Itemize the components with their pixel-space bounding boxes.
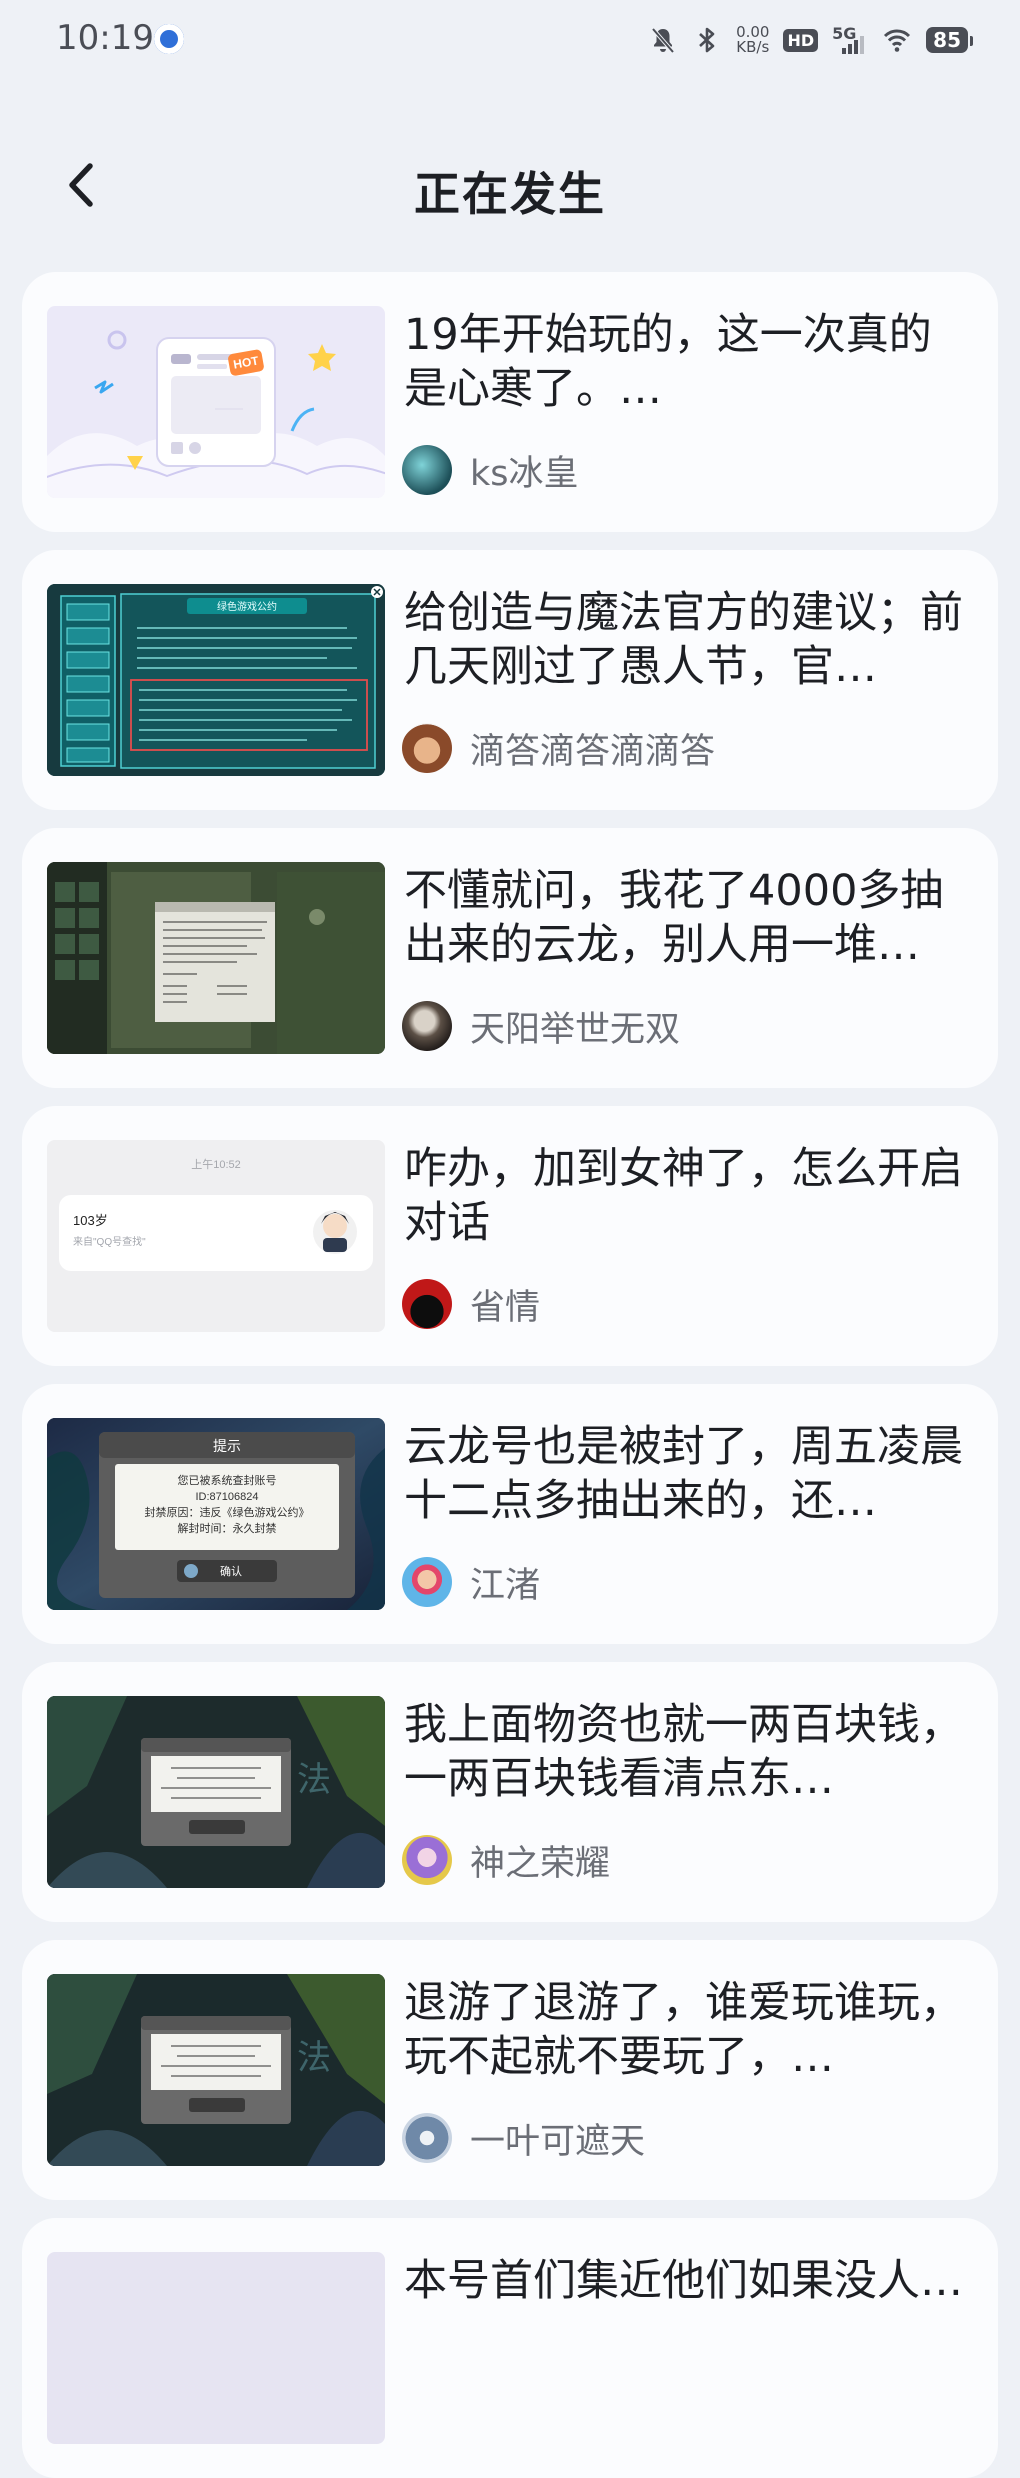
- status-icons: 0.00 KB/s HD 5G 85: [648, 20, 973, 60]
- avatar: [402, 1279, 452, 1329]
- chat-name-text: 103岁: [73, 1213, 108, 1228]
- author-name: 江渚: [470, 1565, 541, 1606]
- ban-button-text: 确认: [220, 1565, 242, 1578]
- post-title: 19年开始玩的，这一次真的是心寒了。…: [404, 310, 932, 414]
- chat-source-text: 来自"QQ号查找": [73, 1235, 146, 1248]
- avatar: [402, 723, 452, 773]
- notification-app-icon: [154, 24, 184, 54]
- post-author[interactable]: 神之荣耀: [402, 1834, 610, 1886]
- post-thumbnail: 法: [47, 1696, 385, 1888]
- status-time: 10:19: [56, 18, 154, 58]
- svg-text:法: 法: [297, 2039, 331, 2077]
- post-card[interactable]: 法 我上面物资也就一两百块钱，一两百块钱看清点东… 神之荣耀: [22, 1662, 998, 1922]
- bluetooth-icon: [699, 27, 715, 53]
- hd-badge: HD: [783, 28, 819, 52]
- post-author[interactable]: 江渚: [402, 1556, 540, 1608]
- avatar: [402, 2113, 452, 2163]
- svg-text:法: 法: [297, 1761, 331, 1799]
- mute-icon: [651, 27, 675, 54]
- author-name: 天阳举世无双: [470, 1009, 681, 1050]
- author-name: 省情: [470, 1287, 541, 1328]
- post-card[interactable]: 本号首们集近他们如果没人…: [22, 2218, 998, 2478]
- post-thumbnail: 绿色游戏公约: [47, 584, 385, 776]
- post-card[interactable]: 上午10:52 103岁 来自"QQ号查找" 咋办，加到女神了，怎么开启对话 省…: [22, 1106, 998, 1366]
- author-name: 滴答滴答滴滴答: [470, 731, 716, 772]
- post-title: 本号首们集近他们如果没人…: [404, 2256, 963, 2306]
- post-thumbnail: [47, 2252, 385, 2444]
- post-thumbnail: 提示 您已被系统查封账号 ID:87106824 封禁原因：违反《绿色游戏公约》…: [47, 1418, 385, 1610]
- ban-line3-text: 封禁原因：违反《绿色游戏公约》: [145, 1505, 310, 1519]
- ban-line4-text: 解封时间：永久封禁: [178, 1521, 277, 1535]
- page-header: 正在发生: [0, 130, 1020, 250]
- post-title: 给创造与魔法官方的建议；前几天刚过了愚人节，官…: [404, 588, 963, 692]
- post-card[interactable]: 绿色游戏公约 给创造与魔法官方的建议；前几天刚过了愚人节，官… 滴答滴答滴滴答: [22, 550, 998, 810]
- post-title: 咋办，加到女神了，怎么开启对话: [404, 1144, 963, 1248]
- post-author[interactable]: 天阳举世无双: [402, 1000, 680, 1052]
- cellular-signal-icon: 5G: [832, 24, 868, 56]
- author-name: 一叶可遮天: [470, 2121, 646, 2162]
- post-card[interactable]: 法 退游了退游了，谁爱玩谁玩，玩不起就不要玩了，… 一叶可遮天: [22, 1940, 998, 2200]
- post-thumbnail: [47, 862, 385, 1054]
- post-card[interactable]: 不懂就问，我花了4000多抽出来的云龙，别人用一堆… 天阳举世无双: [22, 828, 998, 1088]
- avatar: [402, 1557, 452, 1607]
- status-bar: 10:19 0.00 KB/s HD 5G 85: [0, 0, 1020, 80]
- ban-line2-text: ID:87106824: [196, 1491, 259, 1503]
- avatar: [402, 1001, 452, 1051]
- chat-time-text: 上午10:52: [191, 1158, 241, 1171]
- post-author[interactable]: 一叶可遮天: [402, 2112, 645, 2164]
- page-title: 正在发生: [414, 167, 606, 221]
- author-name: ks冰皇: [470, 453, 579, 494]
- post-author[interactable]: 滴答滴答滴滴答: [402, 722, 715, 774]
- avatar: [402, 445, 452, 495]
- post-thumbnail: HOT: [47, 306, 385, 498]
- post-thumbnail: 法: [47, 1974, 385, 2166]
- post-author[interactable]: 省情: [402, 1278, 540, 1330]
- post-title: 我上面物资也就一两百块钱，一两百块钱看清点东…: [404, 1700, 963, 1804]
- ban-title-text: 提示: [213, 1438, 241, 1454]
- rules-title-text: 绿色游戏公约: [217, 600, 277, 613]
- network-speed-unit: KB/s: [736, 38, 770, 56]
- ban-line1-text: 您已被系统查封账号: [178, 1473, 277, 1487]
- avatar: [402, 1835, 452, 1885]
- wifi-icon: [884, 29, 911, 52]
- post-card[interactable]: HOT 19年开始玩的，这一次真的是心寒了。… ks冰皇: [22, 272, 998, 532]
- post-title: 云龙号也是被封了，周五凌晨十二点多抽出来的，还…: [404, 1422, 963, 1526]
- network-speed: 0.00 KB/s: [736, 25, 769, 55]
- battery-indicator: 85: [926, 27, 973, 53]
- post-title: 不懂就问，我花了4000多抽出来的云龙，别人用一堆…: [404, 866, 944, 970]
- post-thumbnail: 上午10:52 103岁 来自"QQ号查找": [47, 1140, 385, 1332]
- author-name: 神之荣耀: [470, 1843, 611, 1884]
- post-author[interactable]: ks冰皇: [402, 444, 579, 496]
- post-title: 退游了退游了，谁爱玩谁玩，玩不起就不要玩了，…: [404, 1978, 963, 2082]
- post-card[interactable]: 提示 您已被系统查封账号 ID:87106824 封禁原因：违反《绿色游戏公约》…: [22, 1384, 998, 1644]
